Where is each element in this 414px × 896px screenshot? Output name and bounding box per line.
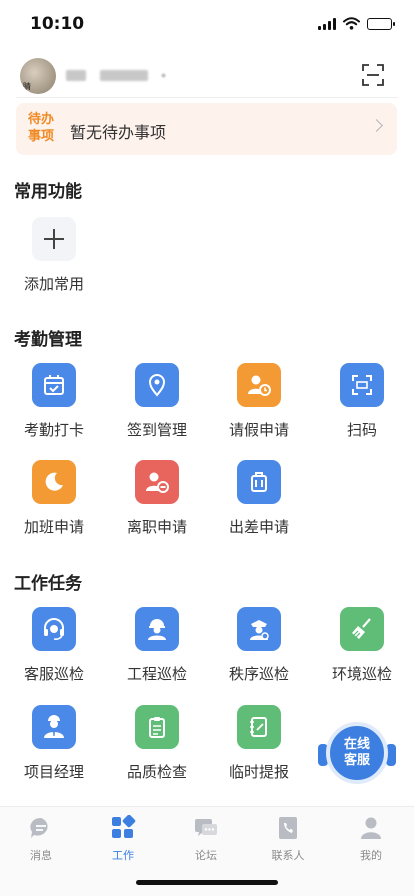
scan-icon bbox=[340, 363, 384, 407]
online-service-badge: 在线 客服 bbox=[326, 722, 388, 784]
plus-icon bbox=[32, 217, 76, 261]
tile-resignation-request[interactable]: 离职申请 bbox=[105, 460, 205, 550]
wifi-icon bbox=[343, 17, 360, 30]
tab-mine[interactable]: 我的 bbox=[341, 815, 401, 865]
home-indicator bbox=[136, 880, 278, 885]
tile-label: 出差申请 bbox=[228, 518, 289, 536]
tile-label: 考勤打卡 bbox=[23, 421, 84, 439]
todo-text: 暂无待办事项 bbox=[70, 123, 167, 142]
moon-icon bbox=[32, 460, 76, 504]
online-service-line2: 客服 bbox=[343, 753, 370, 768]
chat-bubbles-icon bbox=[195, 819, 217, 836]
tile-leave-request[interactable]: 请假申请 bbox=[207, 363, 307, 453]
section-title-attendance: 考勤管理 bbox=[14, 330, 82, 350]
todo-badge: 待办事项 bbox=[28, 112, 55, 144]
tab-work[interactable]: 工作 bbox=[93, 815, 153, 865]
tile-label: 扫码 bbox=[346, 421, 377, 439]
tab-label: 消息 bbox=[30, 849, 52, 862]
tab-forum[interactable]: 论坛 bbox=[176, 815, 236, 865]
tab-label: 我的 bbox=[360, 849, 382, 862]
avatar[interactable]: 睛 bbox=[20, 58, 56, 94]
tab-label: 联系人 bbox=[271, 849, 305, 862]
tile-project-manager[interactable]: 项目经理 bbox=[2, 705, 102, 795]
tab-label: 工作 bbox=[112, 849, 134, 862]
tab-contacts[interactable]: 联系人 bbox=[258, 815, 318, 865]
tile-order-inspection[interactable]: 秩序巡检 bbox=[207, 607, 307, 697]
chevron-right-icon bbox=[370, 119, 383, 132]
luggage-icon bbox=[237, 460, 281, 504]
tab-label: 论坛 bbox=[195, 849, 217, 862]
tile-customer-service-inspection[interactable]: 客服巡检 bbox=[2, 607, 102, 697]
tile-signin-management[interactable]: 签到管理 bbox=[105, 363, 205, 453]
calendar-check-icon bbox=[32, 363, 76, 407]
tile-scan-code[interactable]: 扫码 bbox=[310, 363, 410, 453]
status-icons bbox=[318, 17, 395, 30]
tile-label: 客服巡检 bbox=[23, 665, 84, 683]
phonebook-icon bbox=[279, 817, 297, 839]
guard-icon bbox=[237, 607, 281, 651]
tile-business-trip-request[interactable]: 出差申请 bbox=[207, 460, 307, 550]
tile-add-common[interactable]: 添加常用 bbox=[2, 217, 102, 307]
battery-icon bbox=[367, 17, 395, 30]
tile-overtime-request[interactable]: 加班申请 bbox=[2, 460, 102, 550]
tab-messages[interactable]: 消息 bbox=[11, 815, 71, 865]
tile-label: 请假申请 bbox=[228, 421, 289, 439]
header-divider bbox=[16, 97, 398, 98]
user-icon bbox=[361, 817, 381, 839]
tile-engineering-inspection[interactable]: 工程巡检 bbox=[105, 607, 205, 697]
clipboard-icon bbox=[135, 705, 179, 749]
signal-icon bbox=[318, 17, 336, 30]
tile-label: 品质检查 bbox=[126, 763, 187, 781]
broom-icon bbox=[340, 607, 384, 651]
avatar-label: 睛 bbox=[23, 82, 31, 91]
tile-label: 加班申请 bbox=[23, 518, 84, 536]
tile-label: 环境巡检 bbox=[331, 665, 392, 683]
tile-label: 工程巡检 bbox=[126, 665, 187, 683]
status-bar: 10:10 bbox=[0, 0, 414, 48]
tile-quality-inspection[interactable]: 品质检查 bbox=[105, 705, 205, 795]
header: 睛 bbox=[0, 50, 414, 100]
tile-label: 离职申请 bbox=[126, 518, 187, 536]
headset-icon bbox=[32, 607, 76, 651]
message-icon bbox=[30, 817, 48, 838]
online-service-button[interactable]: 在线 客服 bbox=[316, 722, 398, 786]
status-time: 10:10 bbox=[30, 14, 85, 34]
grid-icon bbox=[112, 815, 136, 838]
section-title-tasks: 工作任务 bbox=[14, 574, 82, 594]
engineer-icon bbox=[135, 607, 179, 651]
notebook-icon bbox=[237, 705, 281, 749]
user-name-redacted bbox=[66, 70, 165, 81]
section-title-common: 常用功能 bbox=[14, 182, 82, 202]
manager-icon bbox=[32, 705, 76, 749]
tile-attendance-checkin[interactable]: 考勤打卡 bbox=[2, 363, 102, 453]
tile-label: 添加常用 bbox=[23, 275, 84, 293]
scan-icon[interactable] bbox=[362, 64, 384, 86]
tile-temporary-report[interactable]: 临时提报 bbox=[207, 705, 307, 795]
todo-banner[interactable]: 待办事项 暂无待办事项 bbox=[16, 103, 397, 155]
online-service-line1: 在线 bbox=[343, 737, 370, 752]
person-clock-icon bbox=[237, 363, 281, 407]
tile-environment-inspection[interactable]: 环境巡检 bbox=[310, 607, 410, 697]
location-pin-icon bbox=[135, 363, 179, 407]
tile-label: 项目经理 bbox=[23, 763, 84, 781]
tile-label: 秩序巡检 bbox=[228, 665, 289, 683]
person-minus-icon bbox=[135, 460, 179, 504]
tile-label: 签到管理 bbox=[126, 421, 187, 439]
tile-label: 临时提报 bbox=[228, 763, 289, 781]
